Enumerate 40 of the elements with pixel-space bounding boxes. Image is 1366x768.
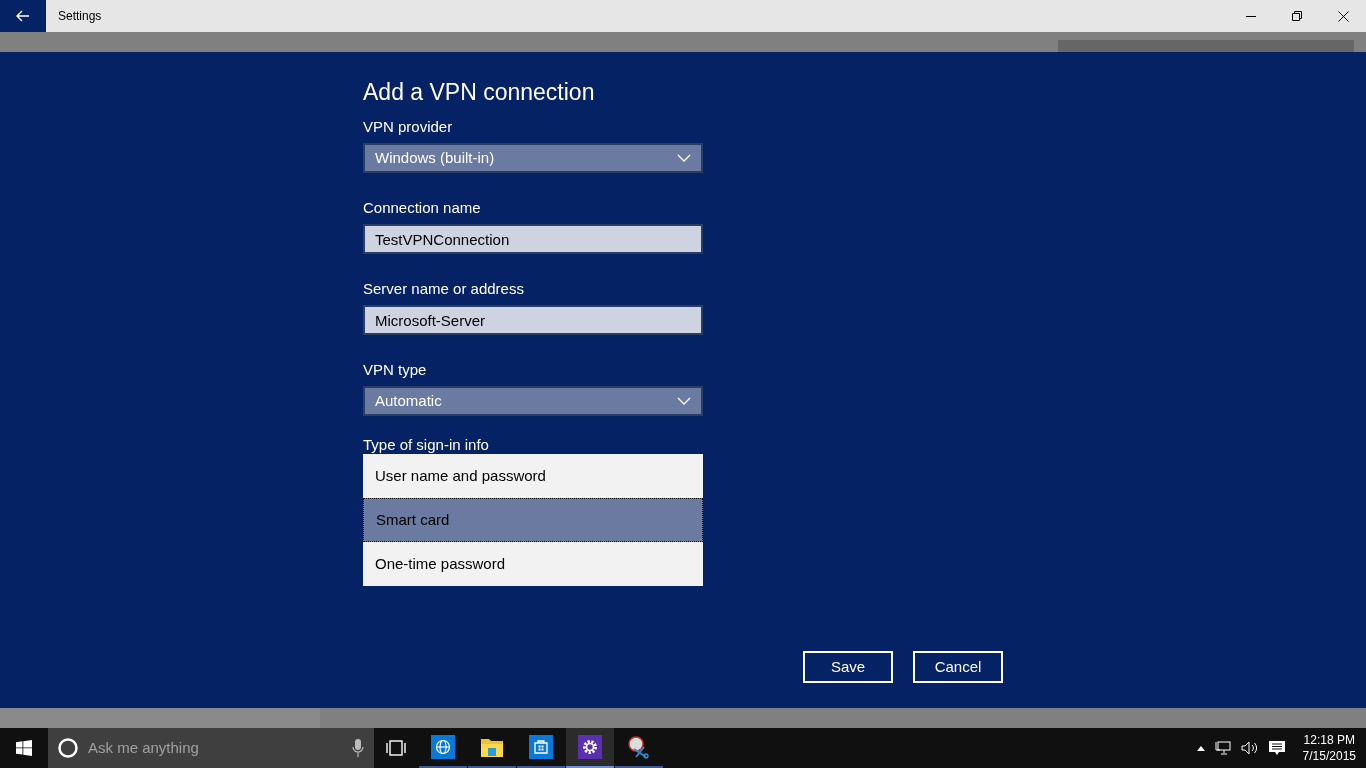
dialog-button[interactable]: Cancel: [913, 651, 1003, 683]
menu-item[interactable]: User name and password: [363, 454, 703, 498]
caret-up-icon[interactable]: [1196, 745, 1205, 751]
network-icon[interactable]: [1214, 741, 1231, 755]
field-label: Server name or address: [363, 279, 525, 299]
text-field[interactable]: TestVPNConnection: [363, 224, 703, 254]
text-field[interactable]: Microsoft-Server: [363, 305, 703, 335]
menu-item[interactable]: Smart card: [363, 498, 703, 542]
speaker-icon[interactable]: [1240, 741, 1259, 755]
close-icon: [1337, 10, 1349, 22]
shopping-bag-icon[interactable]: [529, 735, 553, 759]
chevron-down-icon: [677, 397, 691, 405]
dialog-button[interactable]: Save: [803, 651, 893, 683]
dropdown[interactable]: Automatic: [363, 386, 703, 416]
clock-time[interactable]: 12:18 PM: [1303, 732, 1355, 748]
window-title: Settings: [58, 8, 102, 24]
dropdown[interactable]: Windows (built-in): [363, 143, 703, 173]
field-label: VPN provider: [363, 117, 454, 137]
task-view-icon: [386, 740, 406, 756]
circle-icon: [58, 738, 78, 758]
search-box[interactable]: Ask me anything: [48, 728, 374, 768]
back-arrow-icon: [16, 10, 30, 22]
minimize-icon: [1246, 15, 1256, 17]
field-label: Type of sign-in info: [363, 435, 490, 455]
gear-icon[interactable]: [578, 735, 602, 759]
message-icon[interactable]: [1268, 740, 1285, 756]
chevron-down-icon: [677, 154, 691, 162]
menu-item[interactable]: One-time password: [363, 542, 703, 586]
field-label: Connection name: [363, 198, 482, 218]
taskbar-app[interactable]: [566, 728, 614, 768]
microphone-icon: [352, 738, 364, 758]
field-label: VPN type: [363, 360, 428, 380]
clock-date[interactable]: 7/15/2015: [1302, 748, 1356, 764]
dialog-title: Add a VPN connection: [363, 78, 596, 107]
globe-icon[interactable]: [431, 735, 455, 759]
search-placeholder: Ask me anything: [88, 737, 200, 758]
scissors-icon[interactable]: [626, 735, 652, 759]
back-button[interactable]: [0, 0, 46, 32]
restore-icon: [1292, 11, 1302, 21]
windows-logo-icon: [16, 740, 32, 756]
